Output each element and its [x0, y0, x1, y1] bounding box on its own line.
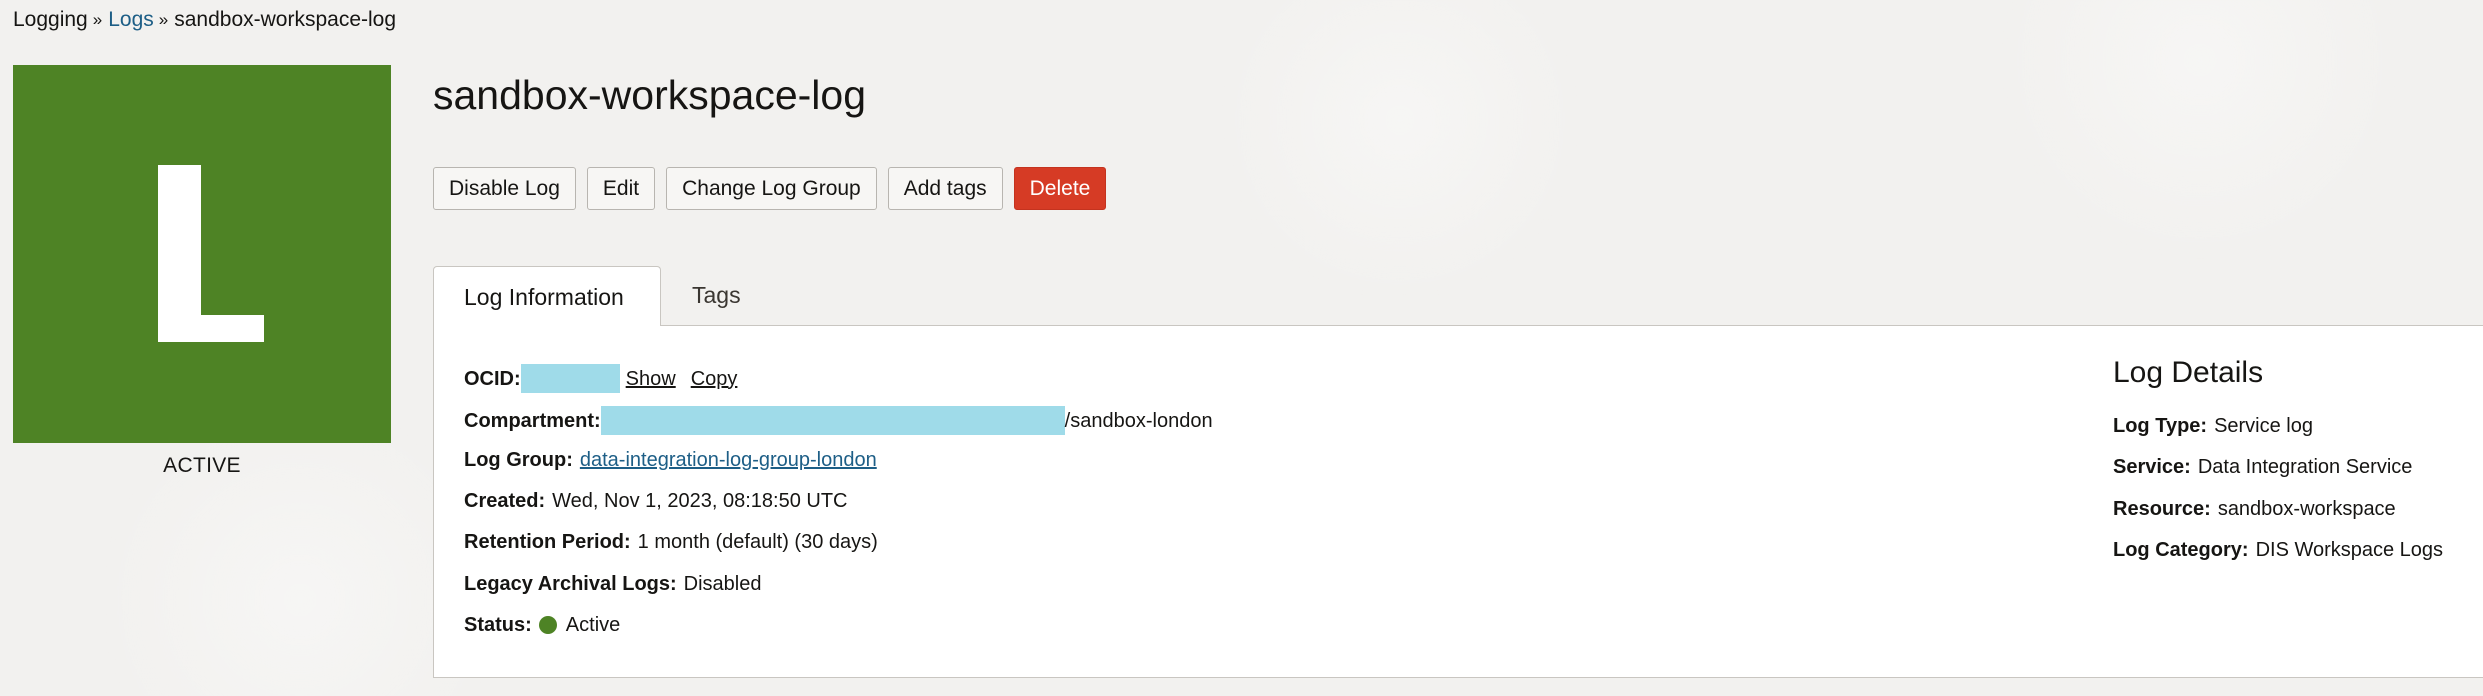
compartment-suffix: /sandbox-london [1064, 409, 1213, 432]
add-tags-button[interactable]: Add tags [887, 167, 1003, 210]
service-label: Service: [2113, 456, 2191, 478]
log-category-row: Log Category: DIS Workspace Logs [2113, 537, 2443, 563]
created-row: Created: Wed, Nov 1, 2023, 08:18:50 UTC [464, 488, 848, 514]
breadcrumb-separator: » [158, 10, 169, 29]
retention-row: Retention Period: 1 month (default) (30 … [464, 529, 878, 555]
breadcrumb-logs-link[interactable]: Logs [108, 8, 154, 31]
tab-log-information[interactable]: Log Information [433, 266, 661, 326]
legacy-archival-row: Legacy Archival Logs: Disabled [464, 571, 761, 597]
resource-row: Resource: sandbox-workspace [2113, 496, 2396, 522]
status-value: Active [565, 614, 621, 636]
log-category-label: Log Category: [2113, 539, 2249, 561]
action-toolbar: Disable Log Edit Change Log Group Add ta… [433, 167, 1107, 210]
breadcrumb-separator: » [92, 10, 103, 29]
log-group-row: Log Group: data-integration-log-group-lo… [464, 447, 877, 473]
compartment-label: Compartment: [464, 409, 601, 432]
breadcrumb-logging: Logging [13, 8, 88, 31]
edit-button[interactable]: Edit [586, 167, 656, 210]
log-category-value: DIS Workspace Logs [2255, 539, 2444, 561]
compartment-row: Compartment: /sandbox-london [464, 406, 1213, 435]
compartment-redacted-value [600, 406, 1065, 435]
log-group-label: Log Group: [464, 449, 573, 471]
created-label: Created: [464, 490, 546, 512]
service-row: Service: Data Integration Service [2113, 454, 2412, 480]
log-group-link[interactable]: data-integration-log-group-london [580, 447, 877, 473]
status-label: Status: [464, 614, 532, 636]
change-log-group-button[interactable]: Change Log Group [666, 167, 877, 210]
log-type-label: Log Type: [2113, 415, 2208, 437]
ocid-redacted-value [520, 364, 620, 393]
log-type-value: Service log [2214, 415, 2313, 437]
legacy-archival-label: Legacy Archival Logs: [464, 573, 677, 595]
retention-value: 1 month (default) (30 days) [637, 531, 878, 553]
badge-letter-icon [158, 165, 264, 342]
service-value: Data Integration Service [2197, 456, 2413, 478]
ocid-show-link[interactable]: Show [626, 366, 676, 392]
log-information-panel: OCID: Show Copy Compartment: /sandbox-lo… [433, 325, 2483, 678]
badge-status-label: ACTIVE [163, 454, 241, 477]
log-type-row: Log Type: Service log [2113, 413, 2313, 439]
breadcrumb: Logging» Logs» sandbox-workspace-log [13, 7, 396, 33]
legacy-archival-value: Disabled [683, 573, 762, 595]
resource-value: sandbox-workspace [2217, 498, 2396, 520]
ocid-copy-link[interactable]: Copy [691, 366, 738, 392]
page-title: sandbox-workspace-log [433, 72, 867, 118]
tab-tags[interactable]: Tags [692, 281, 741, 309]
ocid-row: OCID: Show Copy [464, 364, 737, 393]
status-dot-icon [538, 616, 557, 634]
status-row: Status: Active [464, 612, 620, 638]
tab-log-information-label: Log Information [464, 284, 624, 310]
resource-badge [13, 65, 391, 443]
resource-label: Resource: [2113, 498, 2211, 520]
breadcrumb-current: sandbox-workspace-log [174, 8, 397, 31]
retention-label: Retention Period: [464, 531, 631, 553]
ocid-label: OCID: [464, 367, 521, 390]
log-details-title: Log Details [2113, 356, 2264, 389]
disable-log-button[interactable]: Disable Log [433, 167, 576, 210]
delete-button[interactable]: Delete [1013, 167, 1107, 210]
created-value: Wed, Nov 1, 2023, 08:18:50 UTC [552, 490, 848, 512]
